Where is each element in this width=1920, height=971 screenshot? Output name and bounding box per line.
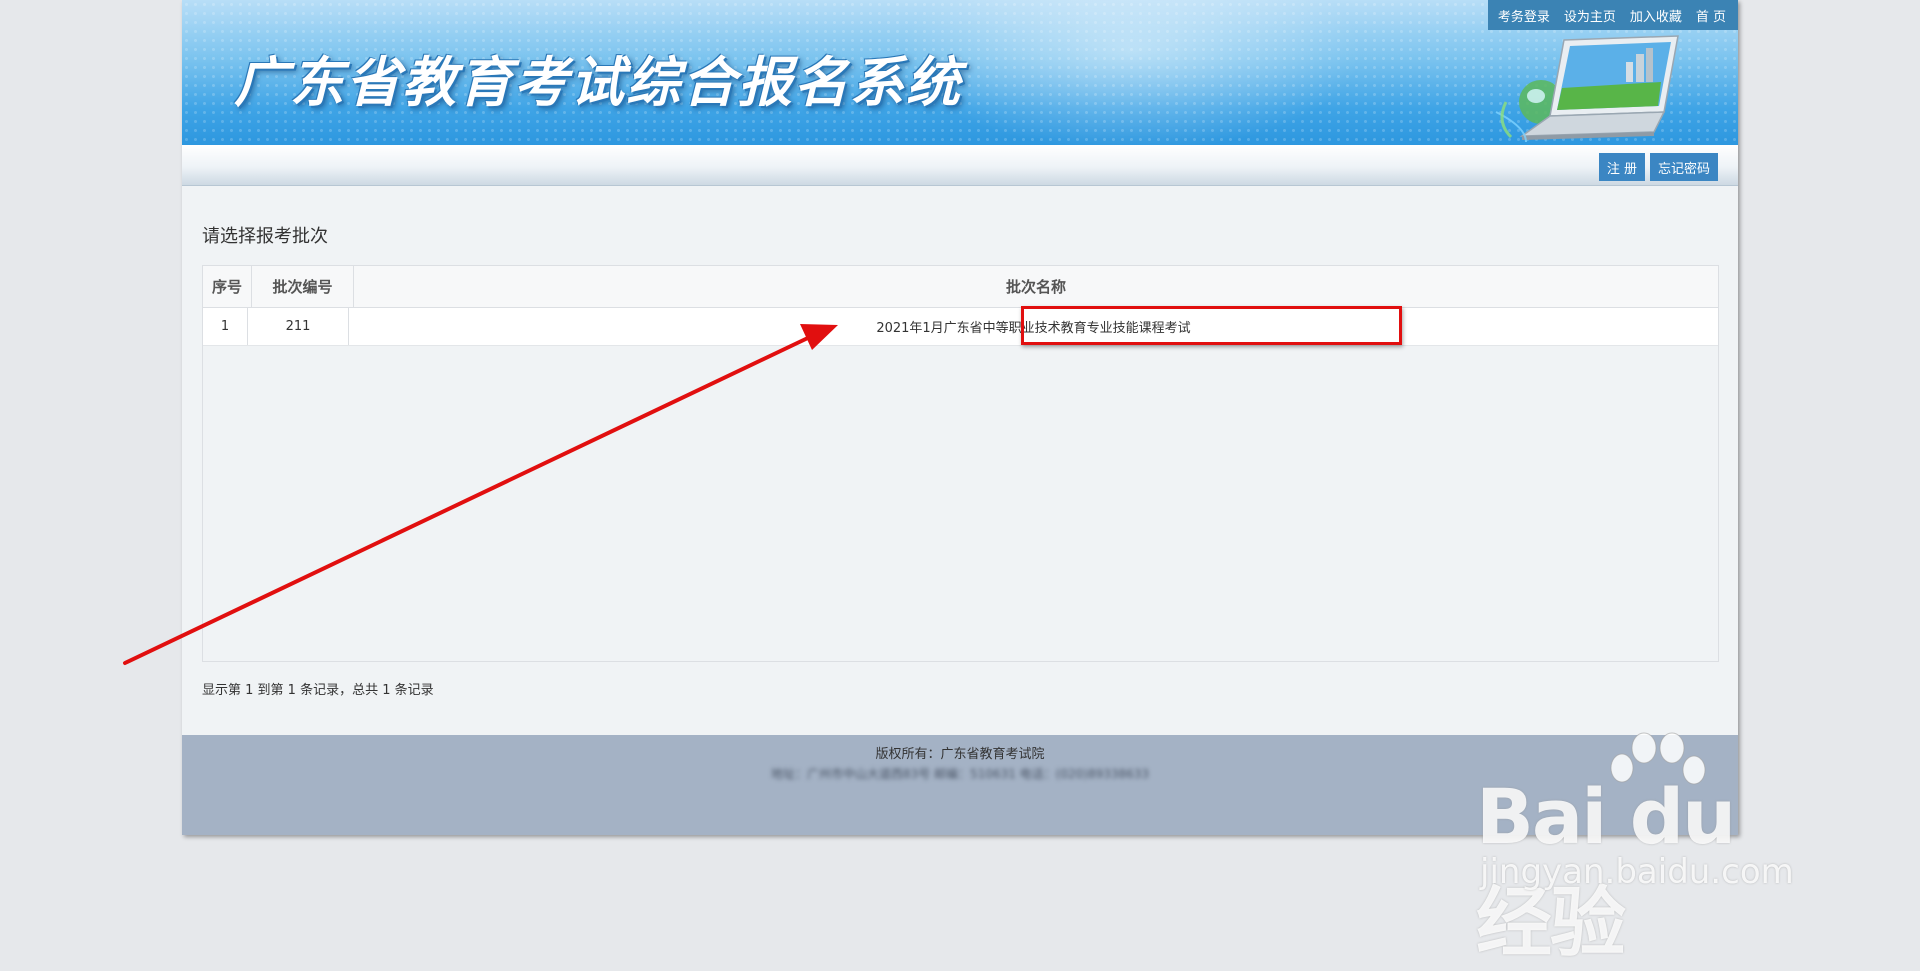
watermark-url: jingyan.baidu.com (1480, 852, 1794, 892)
baidu-watermark: Bai du 经验 jingyan.baidu.com (1470, 730, 1830, 967)
